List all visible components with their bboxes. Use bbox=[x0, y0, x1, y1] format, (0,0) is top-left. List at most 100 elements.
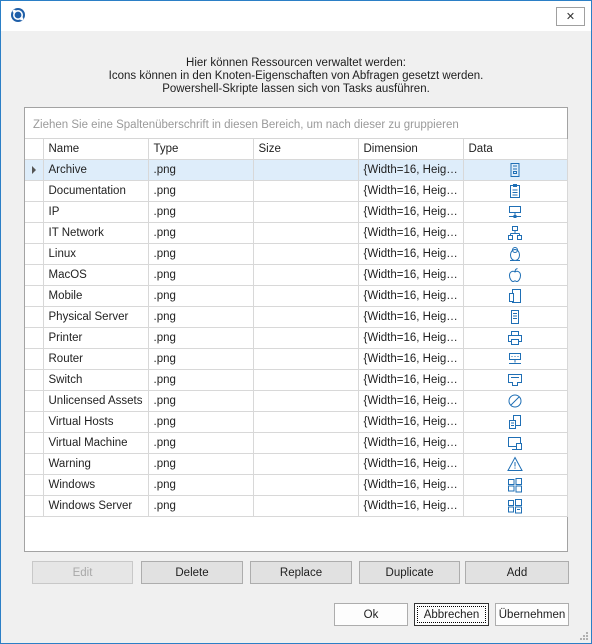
delete-button[interactable]: Delete bbox=[141, 561, 243, 584]
cell-size[interactable] bbox=[253, 222, 359, 244]
row-indicator[interactable] bbox=[25, 264, 44, 286]
cell-size[interactable] bbox=[253, 411, 359, 433]
resource-grid[interactable]: Ziehen Sie eine Spaltenüberschrift in di… bbox=[24, 107, 568, 552]
row-indicator[interactable] bbox=[25, 327, 44, 349]
cell-name[interactable]: Router bbox=[43, 348, 149, 370]
cell-size[interactable] bbox=[253, 327, 359, 349]
table-row[interactable]: Virtual Machine .png {Width=16, Heig… bbox=[25, 432, 568, 454]
cell-dimension[interactable]: {Width=16, Heig… bbox=[358, 411, 464, 433]
cell-type[interactable]: .png bbox=[148, 474, 254, 496]
cell-type[interactable]: .png bbox=[148, 327, 254, 349]
table-row[interactable]: Archive .png {Width=16, Heig… bbox=[25, 159, 568, 181]
ok-button[interactable]: Ok bbox=[334, 603, 408, 626]
column-header-size[interactable]: Size bbox=[253, 139, 359, 160]
group-panel[interactable]: Ziehen Sie eine Spaltenüberschrift in di… bbox=[25, 108, 567, 139]
cell-dimension[interactable]: {Width=16, Heig… bbox=[358, 180, 464, 202]
table-row[interactable]: Printer .png {Width=16, Heig… bbox=[25, 327, 568, 349]
cell-type[interactable]: .png bbox=[148, 495, 254, 517]
table-row[interactable]: IP .png {Width=16, Heig… bbox=[25, 201, 568, 223]
cell-data[interactable] bbox=[463, 306, 568, 328]
cell-data[interactable] bbox=[463, 159, 568, 181]
cell-dimension[interactable]: {Width=16, Heig… bbox=[358, 327, 464, 349]
cell-data[interactable] bbox=[463, 327, 568, 349]
cell-type[interactable]: .png bbox=[148, 285, 254, 307]
cell-name[interactable]: Virtual Machine bbox=[43, 432, 149, 454]
cell-type[interactable]: .png bbox=[148, 369, 254, 391]
cell-name[interactable]: MacOS bbox=[43, 264, 149, 286]
cell-name[interactable]: Windows bbox=[43, 474, 149, 496]
row-indicator[interactable] bbox=[25, 390, 44, 412]
cell-type[interactable]: .png bbox=[148, 432, 254, 454]
row-indicator[interactable] bbox=[25, 432, 44, 454]
cell-data[interactable] bbox=[463, 285, 568, 307]
cell-type[interactable]: .png bbox=[148, 243, 254, 265]
cell-type[interactable]: .png bbox=[148, 180, 254, 202]
column-header-data[interactable]: Data bbox=[463, 139, 568, 160]
apply-button[interactable]: Übernehmen bbox=[495, 603, 569, 626]
row-indicator[interactable] bbox=[25, 495, 44, 517]
cell-size[interactable] bbox=[253, 306, 359, 328]
cell-type[interactable]: .png bbox=[148, 348, 254, 370]
cell-size[interactable] bbox=[253, 474, 359, 496]
cell-dimension[interactable]: {Width=16, Heig… bbox=[358, 453, 464, 475]
row-indicator[interactable] bbox=[25, 369, 44, 391]
cell-data[interactable] bbox=[463, 348, 568, 370]
cell-name[interactable]: IP bbox=[43, 201, 149, 223]
row-indicator[interactable] bbox=[25, 180, 44, 202]
replace-button[interactable]: Replace bbox=[250, 561, 352, 584]
cell-type[interactable]: .png bbox=[148, 306, 254, 328]
cell-dimension[interactable]: {Width=16, Heig… bbox=[358, 348, 464, 370]
cell-name[interactable]: Switch bbox=[43, 369, 149, 391]
cell-size[interactable] bbox=[253, 285, 359, 307]
cell-dimension[interactable]: {Width=16, Heig… bbox=[358, 474, 464, 496]
cell-dimension[interactable]: {Width=16, Heig… bbox=[358, 243, 464, 265]
row-indicator[interactable] bbox=[25, 306, 44, 328]
cell-data[interactable] bbox=[463, 264, 568, 286]
row-indicator[interactable] bbox=[25, 453, 44, 475]
cell-size[interactable] bbox=[253, 495, 359, 517]
edit-button[interactable]: Edit bbox=[32, 561, 133, 584]
cell-dimension[interactable]: {Width=16, Heig… bbox=[358, 285, 464, 307]
cell-dimension[interactable]: {Width=16, Heig… bbox=[358, 306, 464, 328]
column-header-name[interactable]: Name bbox=[43, 139, 149, 160]
cell-size[interactable] bbox=[253, 201, 359, 223]
cell-data[interactable] bbox=[463, 411, 568, 433]
cell-dimension[interactable]: {Width=16, Heig… bbox=[358, 369, 464, 391]
cell-type[interactable]: .png bbox=[148, 390, 254, 412]
table-row[interactable]: Virtual Hosts .png {Width=16, Heig… bbox=[25, 411, 568, 433]
cell-type[interactable]: .png bbox=[148, 159, 254, 181]
cell-name[interactable]: Archive bbox=[43, 159, 149, 181]
cell-dimension[interactable]: {Width=16, Heig… bbox=[358, 264, 464, 286]
table-row[interactable]: MacOS .png {Width=16, Heig… bbox=[25, 264, 568, 286]
column-header-type[interactable]: Type bbox=[148, 139, 254, 160]
cancel-button[interactable]: Abbrechen bbox=[414, 603, 489, 626]
cell-name[interactable]: Physical Server bbox=[43, 306, 149, 328]
resize-grip-icon[interactable] bbox=[578, 630, 588, 640]
cell-name[interactable]: Documentation bbox=[43, 180, 149, 202]
cell-size[interactable] bbox=[253, 390, 359, 412]
cell-name[interactable]: Warning bbox=[43, 453, 149, 475]
cell-data[interactable] bbox=[463, 474, 568, 496]
row-indicator[interactable] bbox=[25, 201, 44, 223]
row-indicator[interactable] bbox=[25, 243, 44, 265]
cell-dimension[interactable]: {Width=16, Heig… bbox=[358, 222, 464, 244]
cell-dimension[interactable]: {Width=16, Heig… bbox=[358, 159, 464, 181]
cell-dimension[interactable]: {Width=16, Heig… bbox=[358, 495, 464, 517]
cell-name[interactable]: Windows Server bbox=[43, 495, 149, 517]
add-button[interactable]: Add bbox=[465, 561, 569, 584]
cell-data[interactable] bbox=[463, 201, 568, 223]
cell-dimension[interactable]: {Width=16, Heig… bbox=[358, 432, 464, 454]
cell-data[interactable] bbox=[463, 369, 568, 391]
column-header-dimension[interactable]: Dimension bbox=[358, 139, 464, 160]
cell-name[interactable]: Virtual Hosts bbox=[43, 411, 149, 433]
table-row[interactable]: Windows Server .png {Width=16, Heig… bbox=[25, 495, 568, 517]
cell-data[interactable] bbox=[463, 180, 568, 202]
duplicate-button[interactable]: Duplicate bbox=[359, 561, 460, 584]
cell-type[interactable]: .png bbox=[148, 264, 254, 286]
cell-name[interactable]: Unlicensed Assets bbox=[43, 390, 149, 412]
row-indicator[interactable] bbox=[25, 159, 44, 181]
cell-name[interactable]: IT Network bbox=[43, 222, 149, 244]
table-row[interactable]: Unlicensed Assets .png {Width=16, Heig… bbox=[25, 390, 568, 412]
cell-data[interactable] bbox=[463, 390, 568, 412]
close-button[interactable]: ✕ bbox=[556, 7, 585, 26]
